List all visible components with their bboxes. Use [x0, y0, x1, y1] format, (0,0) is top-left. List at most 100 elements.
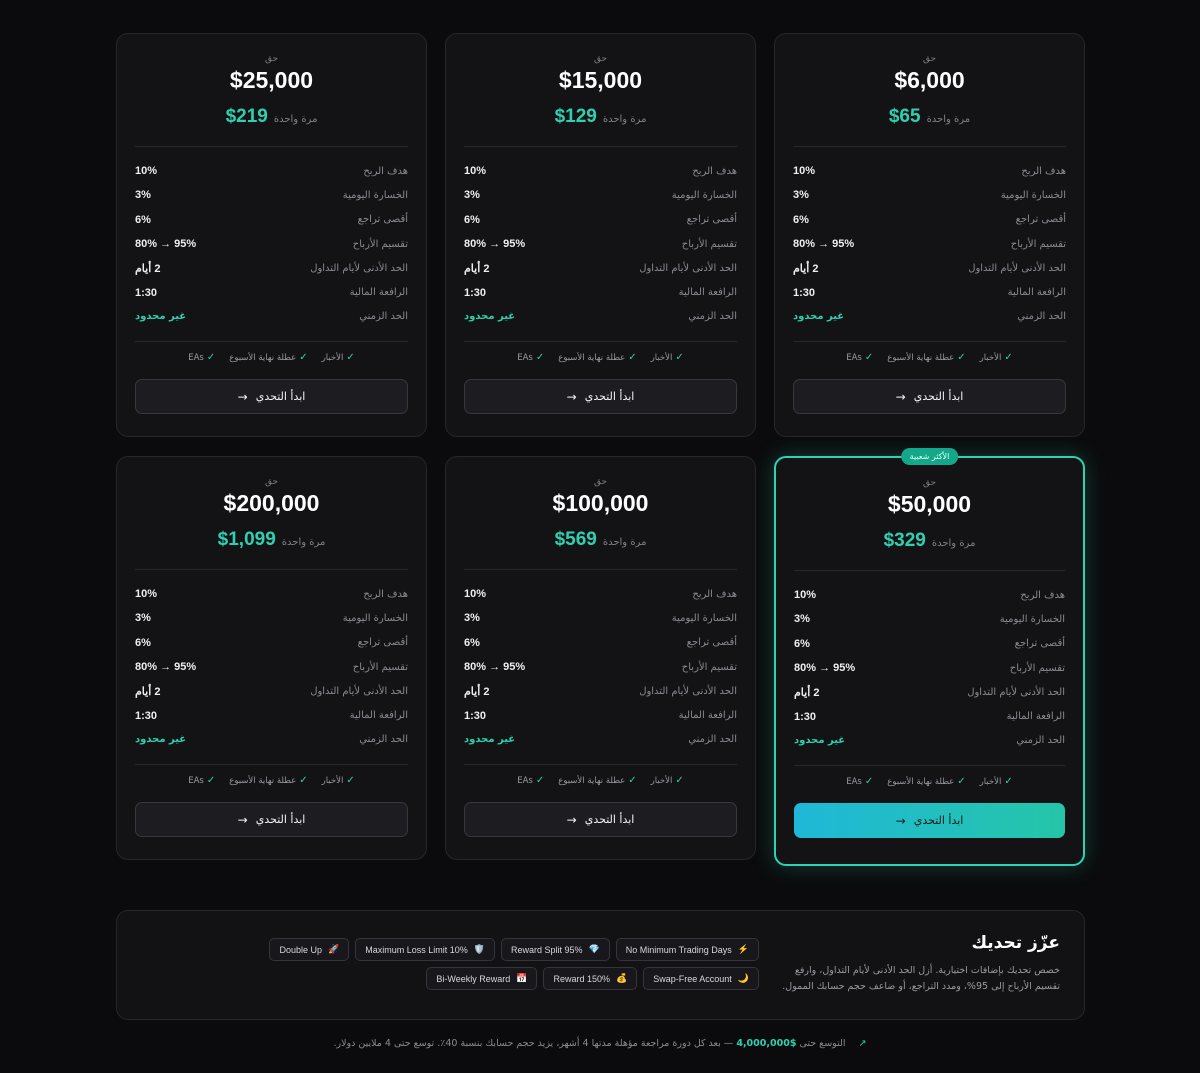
rule-value: 1:30: [135, 709, 158, 722]
rule-label: تقسيم الأرباح: [1009, 662, 1065, 674]
rule-row: الحد الأدنى لأيام التداول 2 أيام: [464, 256, 737, 280]
addon-chip-double-up[interactable]: Double Up 🚀: [269, 938, 350, 961]
check-icon: ✓: [535, 352, 545, 364]
rule-row: تقسيم الأرباح 95% → 80%: [135, 655, 408, 679]
rule-label: الخسارة اليومية: [342, 189, 408, 201]
rule-row: الخسارة اليومية 3%: [135, 183, 408, 207]
feature-label: EAs: [517, 352, 533, 363]
rule-row: الحد الأدنى لأيام التداول 2 أيام: [794, 680, 1065, 704]
rule-row: الرافعة المالية 1:30: [464, 703, 737, 727]
start-challenge-button[interactable]: ابدأ التحدي →: [464, 802, 737, 838]
rule-value: غير محدود: [794, 735, 846, 747]
feature-item: ✓ EAs: [846, 352, 873, 363]
rule-value: 2 أيام: [794, 686, 820, 699]
rule-value: 6%: [794, 637, 810, 650]
rule-value: 95% → 80%: [794, 662, 856, 675]
feature-label: الأخبار: [979, 352, 1002, 363]
rule-label: الحد الزمني: [1017, 311, 1066, 323]
chip-label: No Minimum Trading Days: [625, 944, 732, 955]
addon-chip-bi-weekly[interactable]: Bi-Weekly Reward 📅: [426, 967, 538, 990]
rule-value: 2 أيام: [135, 685, 161, 698]
start-challenge-button[interactable]: ابدأ التحدي →: [794, 803, 1065, 839]
check-icon: ✓: [957, 776, 966, 788]
feature-list: ✓ الأخبار ✓ عطلة نهاية الأسبوع ✓ EAs: [135, 352, 408, 363]
rule-row: الحد الزمني غير محدود: [464, 305, 737, 329]
boost-text: عزّز تحديك خصص تحديك بإضافات اختيارية. أ…: [770, 933, 1060, 995]
plan-caption: حق: [922, 54, 937, 64]
chip-label: Reward Split 95%: [510, 944, 583, 955]
rule-label: الرافعة المالية: [1007, 287, 1066, 299]
boost-description: خصص تحديك بإضافات اختيارية. أزل الحد الأ…: [782, 965, 1060, 992]
scaling-amount: $4,000,000: [736, 1038, 797, 1049]
one-time-label: مرة واحدة: [273, 114, 318, 125]
rule-label: الرافعة المالية: [678, 710, 737, 722]
rule-row: الرافعة المالية 1:30: [135, 280, 408, 304]
divider: [135, 569, 408, 570]
feature-list: ✓ الأخبار ✓ عطلة نهاية الأسبوع ✓ EAs: [794, 776, 1065, 787]
check-icon: ✓: [675, 352, 684, 364]
rule-label: الحد الأدنى لأيام التداول: [968, 262, 1066, 274]
plan-price: $569: [554, 529, 597, 550]
addon-chip-reward-150[interactable]: Reward 150% 💰: [543, 967, 638, 990]
rule-label: أقصى تراجع: [1014, 638, 1065, 650]
start-challenge-button[interactable]: ابدأ التحدي →: [135, 802, 408, 838]
rule-value: 3%: [464, 612, 480, 625]
popular-badge: الأكثر شعبية: [900, 448, 959, 465]
rule-label: الخسارة اليومية: [1000, 189, 1066, 201]
rule-label: الحد الزمني: [1016, 735, 1065, 747]
rule-label: الخسارة اليومية: [342, 612, 408, 624]
divider: [794, 570, 1065, 571]
start-challenge-button[interactable]: ابدأ التحدي →: [464, 379, 737, 415]
arrow-right-icon: →: [895, 389, 906, 404]
rule-row: الحد الزمني غير محدود: [793, 305, 1066, 329]
rule-label: تقسيم الأرباح: [681, 661, 737, 673]
plan-header: حق $100,000 مرة واحدة $569: [464, 477, 737, 551]
check-icon: ✓: [535, 775, 545, 787]
rule-row: أقصى تراجع 6%: [464, 208, 737, 232]
rule-value: غير محدود: [135, 311, 187, 323]
addon-chip-max-loss[interactable]: Maximum Loss Limit 10% 🛡️: [355, 938, 495, 961]
rule-row: هدف الربح 10%: [135, 582, 408, 606]
rule-value: 95% → 80%: [464, 661, 526, 674]
rule-row: تقسيم الأرباح 95% → 80%: [793, 232, 1066, 256]
rule-value: غير محدود: [464, 311, 516, 323]
addon-chip-reward-split[interactable]: Reward Split 95% 💎: [500, 938, 610, 961]
rule-label: أقصى تراجع: [357, 214, 408, 226]
feature-label: EAs: [188, 775, 204, 786]
rule-row: تقسيم الأرباح 95% → 80%: [464, 655, 737, 679]
rule-row: الحد الأدنى لأيام التداول 2 أيام: [135, 256, 408, 280]
check-icon: ✓: [206, 352, 216, 364]
feature-item: ✓ عطلة نهاية الأسبوع: [229, 775, 307, 786]
rule-value: غير محدود: [135, 734, 187, 746]
plan-header: حق $6,000 مرة واحدة $65: [793, 54, 1066, 128]
chip-label: Swap-Free Account: [653, 973, 732, 984]
addon-chip-swap-free[interactable]: Swap-Free Account 🌙: [643, 967, 759, 990]
rule-label: الرافعة المالية: [349, 710, 408, 722]
start-challenge-button[interactable]: ابدأ التحدي →: [793, 379, 1066, 415]
rule-value: 10%: [135, 588, 158, 601]
rule-row: هدف الربح 10%: [464, 159, 737, 183]
feature-list: ✓ الأخبار ✓ عطلة نهاية الأسبوع ✓ EAs: [793, 352, 1066, 363]
rule-value: 10%: [464, 165, 487, 178]
rule-row: الخسارة اليومية 3%: [464, 183, 737, 207]
rule-row: الحد الأدنى لأيام التداول 2 أيام: [135, 679, 408, 703]
rule-value: 3%: [464, 189, 480, 202]
start-challenge-button[interactable]: ابدأ التحدي →: [135, 379, 408, 415]
plan-price: $329: [883, 530, 926, 551]
rule-row: الرافعة المالية 1:30: [135, 703, 408, 727]
addon-chip-no-min-days[interactable]: No Minimum Trading Days ⚡: [615, 938, 759, 961]
rule-label: الحد الزمني: [688, 311, 737, 323]
rule-row: أقصى تراجع 6%: [794, 632, 1065, 656]
feature-item: ✓ عطلة نهاية الأسبوع: [558, 775, 636, 786]
one-time-label: مرة واحدة: [602, 114, 647, 125]
price-row: مرة واحدة $129: [464, 106, 737, 128]
rule-row: الرافعة المالية 1:30: [464, 280, 737, 304]
feature-label: عطلة نهاية الأسبوع: [887, 352, 955, 363]
divider: [135, 146, 408, 147]
rule-label: تقسيم الأرباح: [352, 661, 408, 673]
rule-row: هدف الربح 10%: [464, 582, 737, 606]
rule-value: 95% → 80%: [793, 238, 855, 251]
boost-title: عزّز تحديك: [971, 933, 1060, 953]
feature-label: عطلة نهاية الأسبوع: [558, 775, 626, 786]
scaling-suffix: — بعد كل دورة مراجعة مؤهلة مدتها 4 أشهر،…: [333, 1038, 734, 1049]
